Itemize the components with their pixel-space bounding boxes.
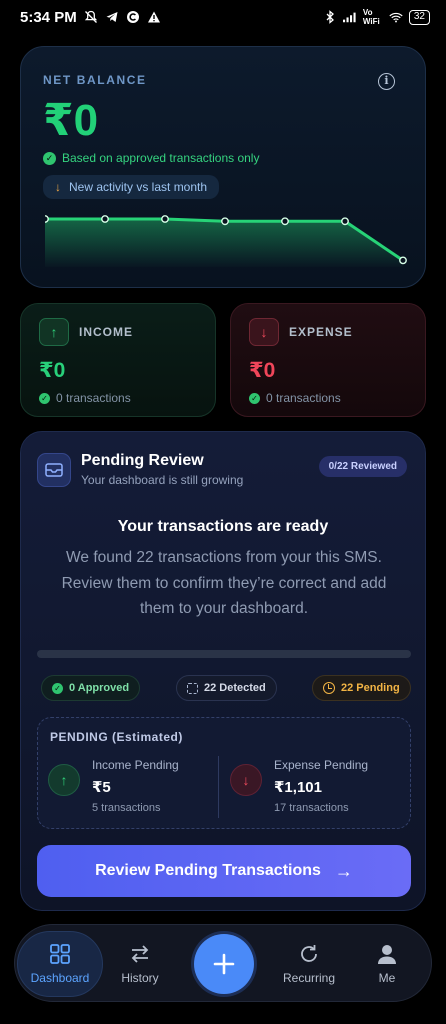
income-pending-count: 5 transactions [92, 802, 161, 814]
sparkline-point [399, 256, 407, 265]
clock-icon [323, 682, 335, 694]
activity-badge[interactable]: ↓ New activity vs last month [43, 175, 220, 199]
refresh-icon [301, 945, 317, 962]
status-bar: 5:34 PM Vo WiFi 32 [0, 0, 446, 34]
nav-me[interactable]: Me [361, 925, 413, 1003]
sparkline-point [221, 217, 229, 226]
signal-icon [342, 10, 357, 24]
sparkline-point [281, 217, 289, 226]
income-count: ✓ 0 transactions [39, 391, 197, 405]
approved-chip: ✓ 0 Approved [41, 675, 141, 701]
balance-sparkline [45, 215, 407, 267]
review-pending-button[interactable]: Review Pending Transactions → [37, 845, 411, 897]
expense-pending-label: Expense Pending [274, 758, 369, 772]
expense-pending-count: 17 transactions [274, 802, 349, 814]
income-label: INCOME [79, 325, 133, 339]
approved-note-text: Based on approved transactions only [62, 151, 260, 165]
expense-card[interactable]: ↓ EXPENSE ₹0 ✓ 0 transactions [230, 303, 426, 417]
c-app-icon [126, 10, 140, 24]
sparkline-point [101, 215, 109, 223]
sparkline-point [45, 215, 49, 223]
review-progress-bar [37, 650, 411, 658]
detected-chip: 22 Detected [176, 675, 277, 701]
nav-me-label: Me [378, 971, 396, 985]
sparkline-point [341, 217, 349, 226]
person-icon [378, 945, 396, 964]
check-circle-icon: ✓ [249, 392, 260, 404]
battery-indicator: 32 [408, 9, 430, 25]
expense-amount: ₹0 [249, 359, 276, 382]
bluetooth-icon [323, 10, 337, 24]
arrow-down-icon: ↓ [55, 180, 61, 194]
nav-recurring-label: Recurring [282, 971, 336, 985]
income-amount: ₹0 [39, 359, 66, 382]
sparkline-point [161, 215, 169, 223]
detected-chip-text: 22 Detected [204, 682, 266, 694]
arrow-down-icon: ↓ [230, 764, 262, 796]
income-pending: ↑ Income Pending ₹5 5 transactions [48, 758, 179, 814]
review-pending-button-label: Review Pending Transactions [95, 862, 321, 879]
ready-description: We found 22 transactions from your this … [61, 549, 387, 617]
check-circle-icon: ✓ [43, 151, 56, 165]
arrow-right-icon: → [334, 860, 353, 881]
info-icon[interactable]: i [378, 73, 395, 90]
nav-history[interactable]: History [110, 925, 170, 1003]
nav-dashboard-label: Dashboard [30, 971, 90, 985]
add-button[interactable] [194, 934, 254, 994]
telegram-icon [105, 10, 119, 24]
plus-icon [213, 953, 235, 975]
estimated-title: PENDING (Estimated) [50, 730, 183, 744]
income-card[interactable]: ↑ INCOME ₹0 ✓ 0 transactions [20, 303, 216, 417]
inbox-icon [37, 452, 71, 487]
expense-count-text: 0 transactions [266, 391, 341, 405]
pending-review-title: Pending Review [81, 452, 204, 469]
pending-chip-text: 22 Pending [341, 682, 400, 694]
sparkline-area [45, 219, 403, 267]
net-balance-card: NET BALANCE i ₹0 ✓ Based on approved tra… [20, 46, 426, 288]
ready-heading: Your transactions are ready [117, 518, 329, 535]
pending-estimated-box: PENDING (Estimated) ↑ Income Pending ₹5 … [37, 717, 411, 829]
arrow-down-icon: ↓ [249, 318, 279, 346]
expense-label: EXPENSE [289, 325, 353, 339]
net-balance-amount: ₹0 [43, 96, 99, 145]
grid-icon [50, 944, 70, 964]
nav-history-label: History [121, 971, 159, 985]
check-circle-icon: ✓ [39, 392, 50, 404]
income-pending-amount: ₹5 [92, 779, 111, 796]
bottom-nav: Dashboard History Recurring Me [14, 924, 432, 1002]
pending-chip: 22 Pending [312, 675, 411, 701]
swap-icon [131, 945, 149, 963]
scan-icon [187, 682, 198, 694]
mute-bell-icon [84, 10, 98, 24]
check-circle-icon: ✓ [52, 682, 63, 694]
expense-pending-amount: ₹1,101 [274, 779, 322, 796]
expense-count: ✓ 0 transactions [249, 391, 407, 405]
income-pending-label: Income Pending [92, 758, 179, 772]
wifi-icon [389, 10, 403, 24]
arrow-up-icon: ↑ [48, 764, 80, 796]
divider [218, 756, 219, 818]
reviewed-badge: 0/22 Reviewed [318, 456, 407, 477]
activity-text: New activity vs last month [69, 180, 208, 194]
arrow-up-icon: ↑ [39, 318, 69, 346]
approved-note: ✓ Based on approved transactions only [43, 151, 403, 165]
nav-dashboard[interactable]: Dashboard [17, 931, 103, 997]
approved-chip-text: 0 Approved [69, 682, 130, 694]
vowifi-label: Vo WiFi [362, 8, 380, 26]
nav-recurring[interactable]: Recurring [275, 925, 343, 1003]
pending-review-subtitle: Your dashboard is still growing [81, 473, 244, 487]
net-balance-label: NET BALANCE [43, 73, 147, 87]
warning-icon [147, 10, 161, 24]
pending-review-card: Pending Review Your dashboard is still g… [20, 431, 426, 911]
income-count-text: 0 transactions [56, 391, 131, 405]
status-time: 5:34 PM [20, 8, 77, 26]
expense-pending: ↓ Expense Pending ₹1,101 17 transactions [230, 758, 368, 814]
